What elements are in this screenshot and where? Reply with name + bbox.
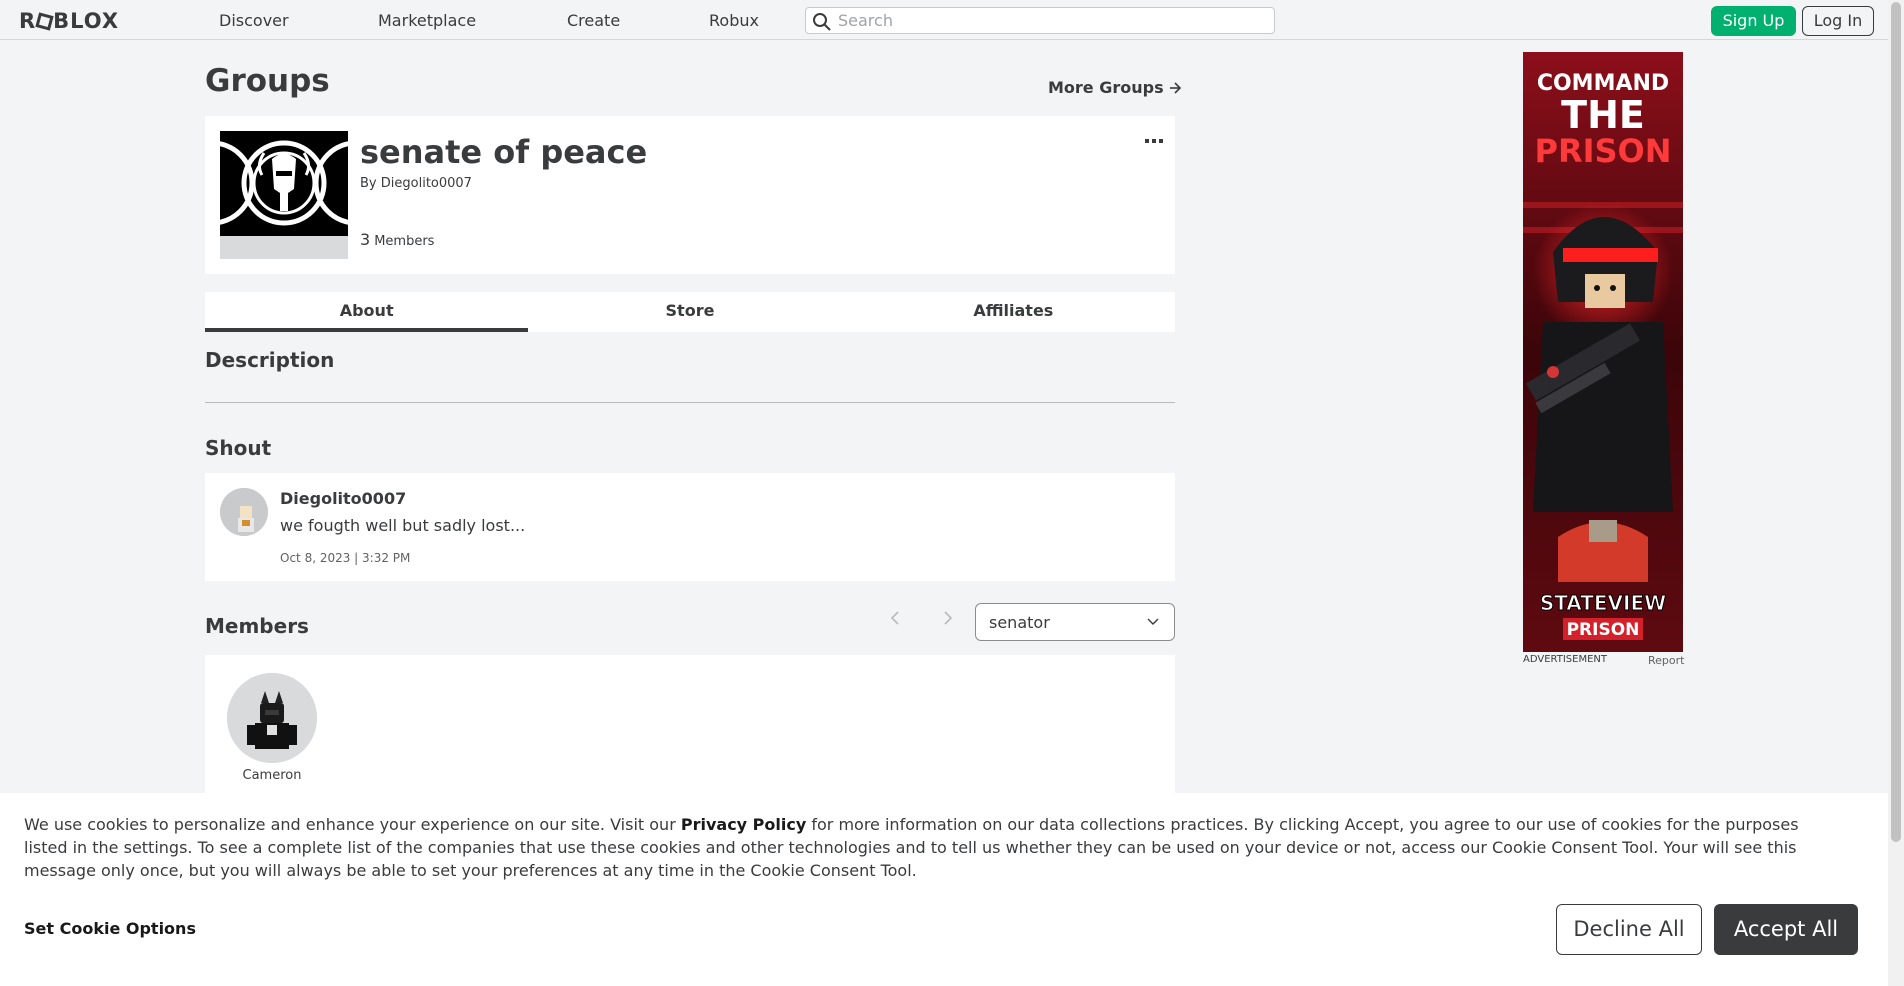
shout-message: we fougth well but sadly lost... bbox=[280, 516, 526, 535]
more-groups-label: More Groups bbox=[1048, 78, 1164, 97]
search-input[interactable] bbox=[838, 10, 1268, 31]
group-member-count: 3 Members bbox=[360, 230, 434, 249]
accept-all-button[interactable]: Accept All bbox=[1714, 904, 1858, 955]
pager-next-icon[interactable] bbox=[943, 610, 953, 631]
group-header-card: senate of peace By Diegolito0007 3 Member… bbox=[205, 116, 1175, 274]
group-name: senate of peace bbox=[360, 133, 648, 171]
ad-report-link[interactable]: Report bbox=[1648, 654, 1684, 667]
advertisement-label: ADVERTISEMENT bbox=[1523, 654, 1608, 665]
search-box bbox=[805, 7, 1275, 34]
rank-select-dropdown[interactable]: senator bbox=[975, 603, 1175, 641]
cookie-text-before: We use cookies to personalize and enhanc… bbox=[24, 815, 681, 834]
scrollbar-thumb[interactable] bbox=[1891, 2, 1901, 842]
shout-heading: Shout bbox=[205, 436, 272, 460]
member-avatar[interactable] bbox=[227, 673, 317, 763]
ad-artwork: COMMAND THE PRISON STATEVIEW PRISON bbox=[1523, 52, 1683, 652]
shout-timestamp: Oct 8, 2023 | 3:32 PM bbox=[280, 551, 411, 565]
group-owner-link[interactable]: Diegolito0007 bbox=[381, 176, 472, 191]
roblox-logo[interactable]: R BLOX bbox=[19, 9, 119, 33]
members-card: Cameron bbox=[205, 655, 1175, 795]
tab-store[interactable]: Store bbox=[528, 292, 851, 332]
ad-headline-3: PRISON bbox=[1534, 132, 1671, 170]
member-tile[interactable]: Cameron bbox=[227, 673, 317, 783]
rank-select-value: senator bbox=[989, 613, 1050, 632]
nav-create[interactable]: Create bbox=[567, 11, 620, 30]
set-cookie-options-link[interactable]: Set Cookie Options bbox=[24, 919, 196, 938]
shout-avatar[interactable] bbox=[220, 488, 268, 536]
log-in-button[interactable]: Log In bbox=[1802, 6, 1874, 36]
pager-prev-icon[interactable] bbox=[890, 610, 900, 631]
user-avatar-icon bbox=[220, 488, 268, 536]
shout-username[interactable]: Diegolito0007 bbox=[280, 489, 406, 508]
top-nav-bar: R BLOX Discover Marketplace Create Robux … bbox=[0, 0, 1888, 40]
tab-affiliates[interactable]: Affiliates bbox=[852, 292, 1175, 332]
tab-about[interactable]: About bbox=[205, 292, 529, 332]
group-tabs: About Store Affiliates bbox=[205, 292, 1175, 332]
member-count-value: 3 bbox=[360, 230, 371, 249]
ad-brand-1: STATEVIEW bbox=[1540, 591, 1666, 615]
description-heading: Description bbox=[205, 348, 335, 372]
cookie-consent-banner: We use cookies to personalize and enhanc… bbox=[0, 793, 1888, 986]
member-count-label: Members bbox=[374, 234, 435, 249]
mandalorian-emblem-icon bbox=[220, 131, 348, 259]
cookie-message: We use cookies to personalize and enhanc… bbox=[24, 813, 1844, 882]
chevron-down-icon bbox=[1147, 618, 1159, 625]
group-emblem[interactable] bbox=[220, 131, 348, 259]
ad-brand-2: PRISON bbox=[1567, 620, 1640, 640]
ellipsis-icon bbox=[1145, 139, 1163, 143]
search-icon bbox=[813, 13, 831, 31]
nav-discover[interactable]: Discover bbox=[219, 11, 289, 30]
more-groups-link[interactable]: More Groups bbox=[1048, 78, 1182, 97]
group-owner-line: By Diegolito0007 bbox=[360, 176, 472, 191]
shout-card: Diegolito0007 we fougth well but sadly l… bbox=[205, 473, 1175, 581]
member-name[interactable]: Cameron bbox=[227, 768, 317, 783]
nav-robux[interactable]: Robux bbox=[709, 11, 759, 30]
nav-marketplace[interactable]: Marketplace bbox=[378, 11, 476, 30]
sign-up-button[interactable]: Sign Up bbox=[1711, 6, 1796, 36]
advertisement-banner[interactable]: COMMAND THE PRISON STATEVIEW PRISON bbox=[1523, 52, 1683, 652]
decline-all-button[interactable]: Decline All bbox=[1556, 904, 1702, 955]
by-label: By bbox=[360, 176, 377, 191]
more-options-icon[interactable] bbox=[1145, 132, 1163, 148]
arrow-right-icon bbox=[1170, 82, 1182, 94]
privacy-policy-link[interactable]: Privacy Policy bbox=[681, 815, 806, 834]
ad-headline-2: THE bbox=[1561, 93, 1645, 137]
page-scrollbar[interactable] bbox=[1888, 0, 1904, 986]
section-divider bbox=[205, 402, 1175, 403]
user-avatar-icon bbox=[227, 673, 317, 763]
members-heading: Members bbox=[205, 614, 309, 638]
page-title: Groups bbox=[205, 63, 330, 99]
